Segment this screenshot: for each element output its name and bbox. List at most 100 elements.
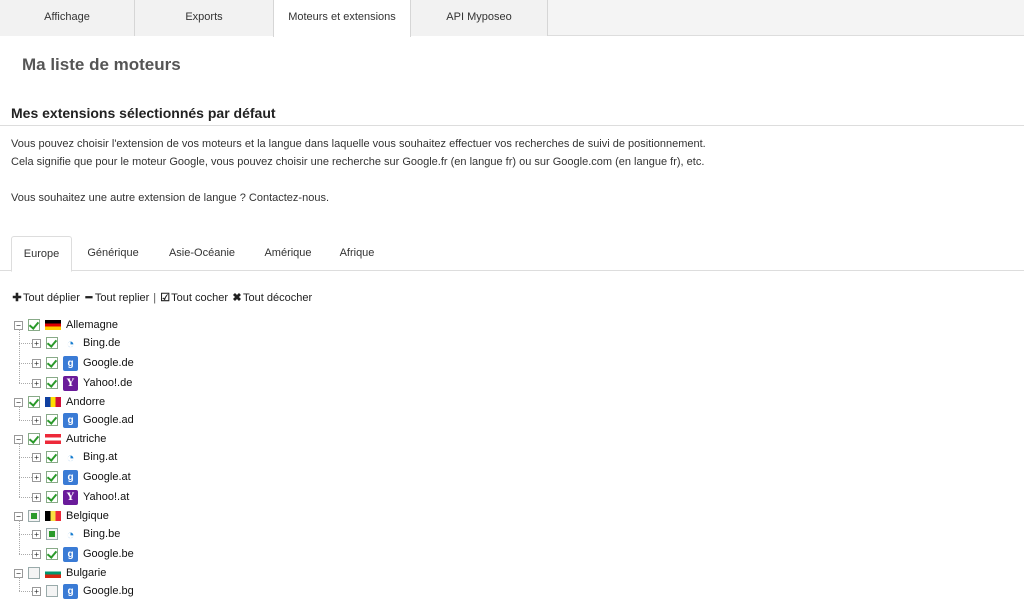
engine-checkbox[interactable] (46, 471, 58, 483)
country-label: Belgique (66, 510, 109, 522)
engine-checkbox[interactable] (46, 414, 58, 426)
intro-line-2: Cela signifie que pour le moteur Google,… (11, 156, 705, 168)
bing-logo-icon: ◔ (66, 449, 75, 465)
bing-logo-icon: ◔ (66, 335, 75, 351)
tree-engine-row: + g Google.de (32, 354, 134, 372)
section-divider (0, 125, 1024, 126)
tree-engine-row: + ◔ Bing.at (32, 448, 117, 466)
engine-checkbox[interactable] (46, 528, 58, 540)
tree-engine-row: + g Google.ad (32, 411, 134, 429)
country-checkbox[interactable] (28, 433, 40, 445)
uncheck-all-label: Tout décocher (243, 291, 313, 304)
tree-connector (19, 534, 32, 535)
country-checkbox[interactable] (28, 396, 40, 408)
yahoo-logo-icon: Y (63, 489, 78, 505)
tab-amerique[interactable]: Amérique (254, 236, 322, 271)
engine-label: Bing.de (83, 337, 121, 349)
engine-checkbox[interactable] (46, 357, 58, 369)
tree-connector (19, 520, 20, 554)
google-logo-icon: g (63, 355, 78, 371)
check-all-button[interactable]: ☑ Tout cocher (160, 291, 229, 305)
engine-checkbox[interactable] (46, 337, 58, 349)
flag-bg-icon (45, 568, 61, 578)
engine-label: Google.be (83, 548, 134, 560)
google-logo-icon: g (63, 583, 78, 599)
tab-affichage[interactable]: Affichage (0, 0, 135, 36)
yahoo-logo-icon: Y (63, 375, 78, 391)
flag-at-icon (45, 434, 61, 444)
engine-label: Google.de (83, 357, 134, 369)
tree-country-row: − Allemagne (14, 316, 118, 334)
expand-toggle-icon[interactable]: + (32, 358, 41, 368)
expand-toggle-icon[interactable]: + (32, 586, 41, 596)
tree-connector (19, 343, 32, 344)
cross-icon: ✖ (232, 292, 242, 304)
uncheck-all-button[interactable]: ✖ Tout décocher (232, 291, 313, 305)
tree-connector (19, 477, 32, 478)
engine-checkbox[interactable] (46, 585, 58, 597)
tab-api-myposeo[interactable]: API Myposeo (411, 0, 548, 36)
tree-connector (19, 329, 20, 383)
expand-toggle-icon[interactable]: + (32, 549, 41, 559)
intro-line-3: Vous souhaitez une autre extension de la… (11, 192, 330, 204)
minus-icon: ━ (85, 292, 93, 304)
tab-afrique[interactable]: Afrique (330, 236, 384, 271)
expand-all-label: Tout déplier (23, 291, 80, 304)
tab-europe[interactable]: Europe (11, 236, 72, 272)
expand-toggle-icon[interactable]: + (32, 529, 41, 539)
collapse-all-label: Tout replier (94, 291, 150, 304)
checkbox-icon: ☑ (160, 292, 171, 304)
tab-asie-oceanie[interactable]: Asie-Océanie (158, 236, 246, 271)
expand-toggle-icon[interactable]: + (32, 492, 41, 502)
engine-label: Google.bg (83, 585, 134, 597)
flag-de-icon (45, 320, 61, 330)
country-label: Andorre (66, 396, 106, 408)
engine-label: Google.at (83, 471, 131, 483)
bing-logo-icon: ◔ (66, 526, 75, 542)
tree-engine-row: + g Google.at (32, 468, 131, 486)
check-all-label: Tout cocher (171, 291, 229, 304)
tree-engine-row: + Y Yahoo!.de (32, 374, 132, 392)
tree-connector (19, 554, 32, 555)
tree-engine-row: + g Google.bg (32, 582, 134, 599)
tree-engine-row: + g Google.be (32, 545, 134, 563)
tree-connector (19, 443, 20, 497)
tree-country-row: − Andorre (14, 393, 105, 411)
expand-toggle-icon[interactable]: + (32, 378, 41, 388)
tree-connector (19, 406, 20, 420)
flag-ad-icon (45, 397, 61, 407)
section-title: Mes extensions sélectionnés par défaut (11, 105, 276, 121)
expand-toggle-icon[interactable]: + (32, 452, 41, 462)
engine-label: Bing.be (83, 528, 121, 540)
tree-connector (19, 577, 20, 591)
tab-moteurs-et-extensions[interactable]: Moteurs et extensions (273, 0, 411, 37)
collapse-all-button[interactable]: ━ Tout replier (84, 291, 150, 305)
engine-checkbox[interactable] (46, 377, 58, 389)
country-label: Allemagne (66, 319, 118, 331)
expand-all-button[interactable]: ✚ Tout déplier (12, 291, 80, 305)
tree-toolbar: ✚ Tout déplier ━ Tout replier | ☑ Tout c… (12, 291, 313, 305)
country-checkbox[interactable] (28, 567, 40, 579)
tree-connector (19, 363, 32, 364)
flag-be-icon (45, 511, 61, 521)
tree-connector (19, 420, 32, 421)
country-checkbox[interactable] (28, 319, 40, 331)
tab-generique[interactable]: Générique (76, 236, 150, 271)
engine-checkbox[interactable] (46, 548, 58, 560)
engine-checkbox[interactable] (46, 491, 58, 503)
top-tab-bar: Affichage Exports Moteurs et extensions … (0, 0, 1024, 37)
country-label: Autriche (66, 433, 107, 445)
expand-toggle-icon[interactable]: + (32, 415, 41, 425)
expand-toggle-icon[interactable]: + (32, 472, 41, 482)
google-logo-icon: g (63, 469, 78, 485)
google-logo-icon: g (63, 412, 78, 428)
expand-toggle-icon[interactable]: + (32, 338, 41, 348)
tree-country-row: − Belgique (14, 507, 109, 525)
tree-engine-row: + ◔ Bing.de (32, 334, 120, 352)
tab-exports[interactable]: Exports (135, 0, 274, 36)
engine-label: Bing.at (83, 451, 118, 463)
country-checkbox[interactable] (28, 510, 40, 522)
tree-connector (19, 497, 32, 498)
engine-checkbox[interactable] (46, 451, 58, 463)
page-title: Ma liste de moteurs (22, 55, 181, 74)
